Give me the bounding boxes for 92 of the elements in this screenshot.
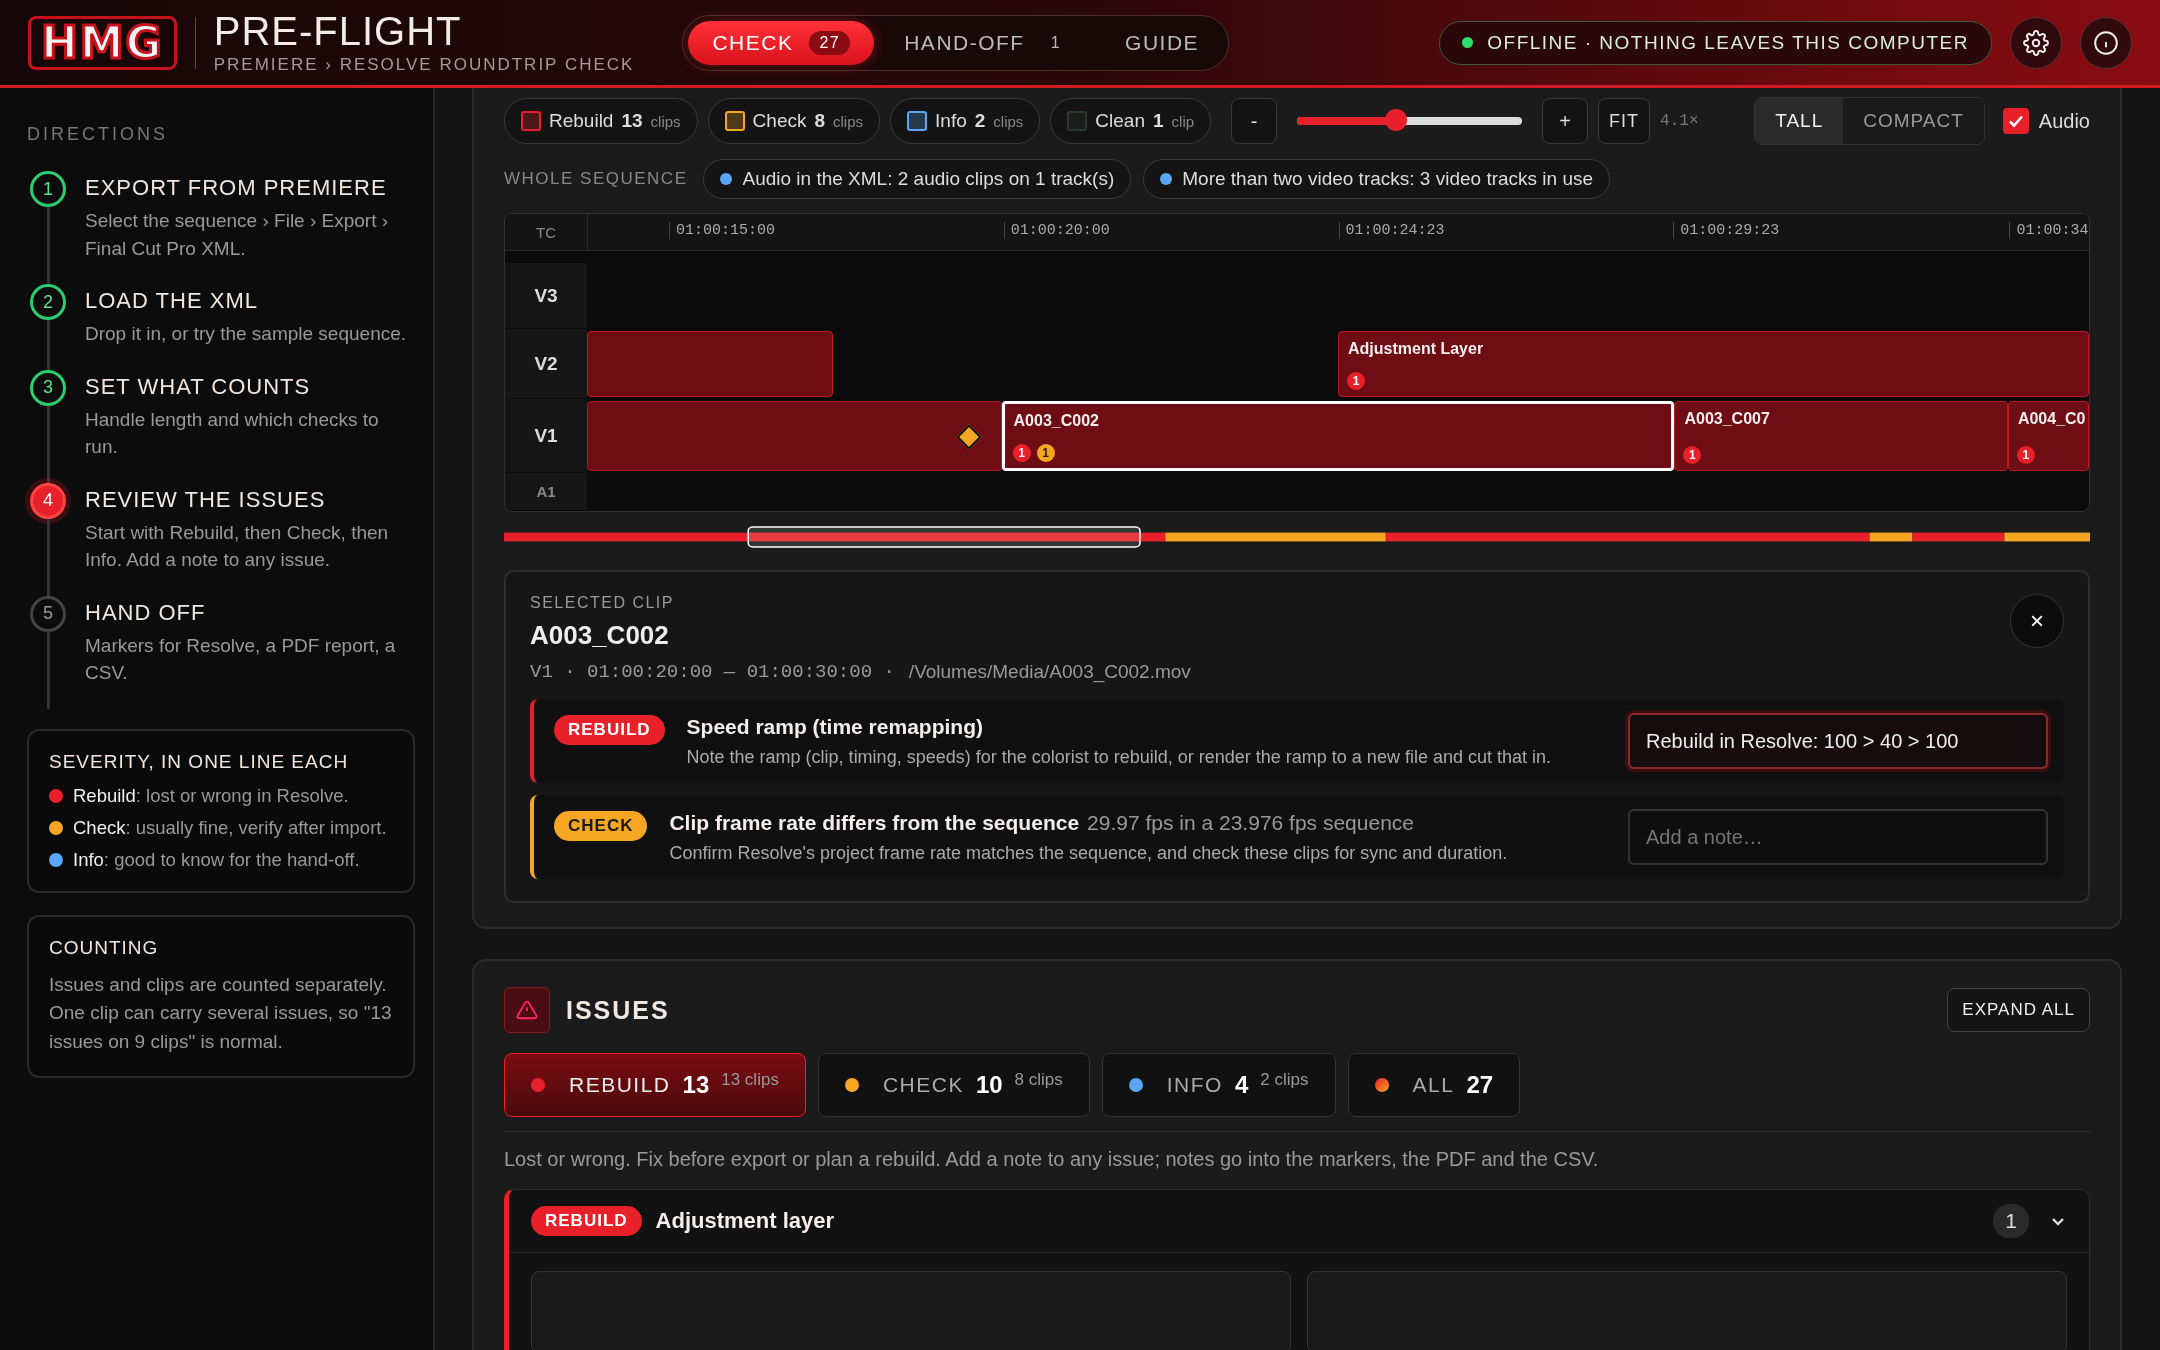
info-icon xyxy=(2093,29,2119,56)
audio-checkbox[interactable] xyxy=(2002,108,2029,134)
panel-title: ISSUES xyxy=(566,995,670,1025)
section-heading: DIRECTIONS xyxy=(27,124,169,145)
card-title: COUNTING xyxy=(49,936,160,959)
step-title: REVIEW THE ISSUES xyxy=(85,486,327,513)
issues-description: Lost or wrong. Fix before export or plan a rebuild. Add a note to any issue; notes go into the markers, the PDF and the CSV. xyxy=(504,1148,1600,1171)
audio-label: Audio xyxy=(2038,109,2090,133)
track-label: A1 xyxy=(505,473,587,511)
severity-tab[interactable]: ALL 27 xyxy=(1347,1053,1521,1117)
card-title: SEVERITY, IN ONE LINE EACH xyxy=(49,750,350,773)
severity-tab[interactable]: INFO 4 2 clips xyxy=(1101,1053,1336,1117)
issue-text: Confirm Resolve's project frame rate matches the sequence, and check these clips for sync and duration. xyxy=(669,842,1509,864)
issue-detail: 29.97 fps in a 23.976 fps sequence xyxy=(1087,810,1414,835)
clip-name: A003_C002 xyxy=(530,620,669,651)
fit-button[interactable]: FIT xyxy=(1598,98,1651,144)
filter-chip[interactable]: Rebuild 13 clips xyxy=(504,98,698,144)
timeline-clip[interactable]: A003_C007 1 xyxy=(1674,401,2008,471)
issue-count-badge: 1 xyxy=(1347,372,1365,390)
severity-line: Check: usually fine, verify after import. xyxy=(73,816,387,839)
severity-tab[interactable]: CHECK 10 8 clips xyxy=(817,1053,1090,1117)
panel-label: SELECTED CLIP xyxy=(530,594,674,612)
step-number: 2 xyxy=(30,284,66,321)
mode-tab[interactable]: HAND-OFF 1 xyxy=(880,20,1096,65)
warning-icon xyxy=(504,987,550,1033)
expand-all-button[interactable]: EXPAND ALL xyxy=(1947,988,2090,1032)
step-text: Handle length and which checks to run. xyxy=(85,407,380,460)
clip-path: /Volumes/Media/A003_C002.mov xyxy=(908,661,1191,683)
timecode-tick: 01:00:15:00 xyxy=(669,222,776,239)
clip-timecode: V1 · 01:00:20:00 — 01:00:30:00 · xyxy=(530,661,895,683)
zoom-reading: 4.1× xyxy=(1660,112,1699,130)
overview-bar[interactable] xyxy=(504,526,2090,548)
issue-text: Note the ramp (clip, timing, speeds) for the colorist to rebuild, or render the ramp to a new file and cut that in. xyxy=(686,746,1552,768)
step-number: 4 xyxy=(30,482,66,519)
note-field[interactable]: Rebuild in Resolve: 100 > 40 > 100 xyxy=(1628,713,2048,769)
zoom-slider[interactable] xyxy=(1297,109,1523,133)
filter-chip[interactable]: Info 2 clips xyxy=(890,98,1041,144)
step-title: HAND OFF xyxy=(85,599,207,626)
timeline-clip[interactable] xyxy=(587,401,1002,471)
severity-tag: CHECK xyxy=(554,811,648,841)
gear-icon xyxy=(2023,29,2049,56)
info-button[interactable] xyxy=(2080,16,2132,69)
step-number: 5 xyxy=(30,595,66,632)
filter-chip[interactable]: Clean 1 clip xyxy=(1050,98,1212,144)
step-text: Start with Rebuild, then Check, then Info. Add a note to any issue. xyxy=(85,520,390,573)
step-text: Markers for Resolve, a PDF report, a CSV. xyxy=(85,633,397,686)
issue-count-badge: 1 xyxy=(1036,444,1055,462)
zoom-in-button[interactable]: + xyxy=(1542,98,1589,144)
timeline-clip[interactable] xyxy=(587,331,834,397)
step-number: 3 xyxy=(30,369,66,406)
mode-tab[interactable]: CHECK 27 xyxy=(688,20,875,65)
severity-line: Info: good to know for the hand-off. xyxy=(73,848,360,871)
zoom-out-button[interactable]: - xyxy=(1231,98,1278,144)
close-button[interactable]: × xyxy=(2010,594,2064,648)
step-title: SET WHAT COUNTS xyxy=(85,373,312,400)
note-field[interactable]: Add a note… xyxy=(1628,809,2048,865)
step-title: EXPORT FROM PREMIERE xyxy=(85,175,388,201)
step-text: Select the sequence › File › Export › Final Cut Pro XML. xyxy=(85,209,390,261)
mode-tab[interactable]: GUIDE xyxy=(1101,20,1224,65)
timeline-clip[interactable]: Adjustment Layer 1 xyxy=(1338,331,2089,397)
step-number: 1 xyxy=(30,171,66,207)
timecode-header: TC xyxy=(505,214,588,250)
step-title: LOAD THE XML xyxy=(85,288,259,315)
offline-status: OFFLINE · NOTHING LEAVES THIS COMPUTER xyxy=(1439,20,1992,65)
sequence-label: WHOLE SEQUENCE xyxy=(504,169,688,189)
issue-count-badge: 1 xyxy=(1012,444,1031,462)
timeline-clip[interactable]: A004_C0 1 xyxy=(2007,401,2089,471)
view-toggle[interactable]: TALL xyxy=(1755,98,1844,144)
severity-tab[interactable]: REBUILD 13 13 clips xyxy=(504,1053,806,1117)
issue-title: Speed ramp (time remapping) xyxy=(686,714,983,739)
issue-count-badge: 1 xyxy=(2016,446,2035,464)
track-label: V2 xyxy=(505,329,587,399)
sequence-note: More than two video tracks: 3 video tracks in use xyxy=(1143,159,1611,199)
step-text: Drop it in, or try the sample sequence. xyxy=(85,322,407,347)
app-subtitle: PREMIERE › RESOLVE ROUNDTRIP CHECK xyxy=(213,54,635,75)
issue-count-badge: 1 xyxy=(1683,446,1702,464)
severity-tag: REBUILD xyxy=(554,715,665,745)
severity-line: Rebuild: lost or wrong in Resolve. xyxy=(73,784,349,807)
track-label: V3 xyxy=(505,263,587,329)
timecode-tick: 01:00:34 xyxy=(2009,222,2089,239)
logo: HMG xyxy=(28,15,177,70)
timecode-tick: 01:00:29:23 xyxy=(1673,222,1780,239)
filter-chip[interactable]: Check 8 clips xyxy=(707,98,881,144)
timeline-clip[interactable]: A003_C002 1 1 xyxy=(1001,401,1675,471)
card-text: Issues and clips are counted separately. One clip can carry several issues, so "13 issues on 9 clips" is normal. xyxy=(49,972,393,1054)
timecode-tick: 01:00:20:00 xyxy=(1003,222,1110,239)
app-title: PRE-FLIGHT xyxy=(213,10,463,51)
group-header[interactable]: REBUILD Adjustment layer 1 xyxy=(509,1190,2089,1253)
sequence-note: Audio in the XML: 2 audio clips on 1 track(s) xyxy=(703,159,1132,199)
issue-title: Clip frame rate differs from the sequence xyxy=(669,810,1080,835)
timecode-tick: 01:00:24:23 xyxy=(1338,222,1445,239)
track-label: V1 xyxy=(505,399,587,473)
